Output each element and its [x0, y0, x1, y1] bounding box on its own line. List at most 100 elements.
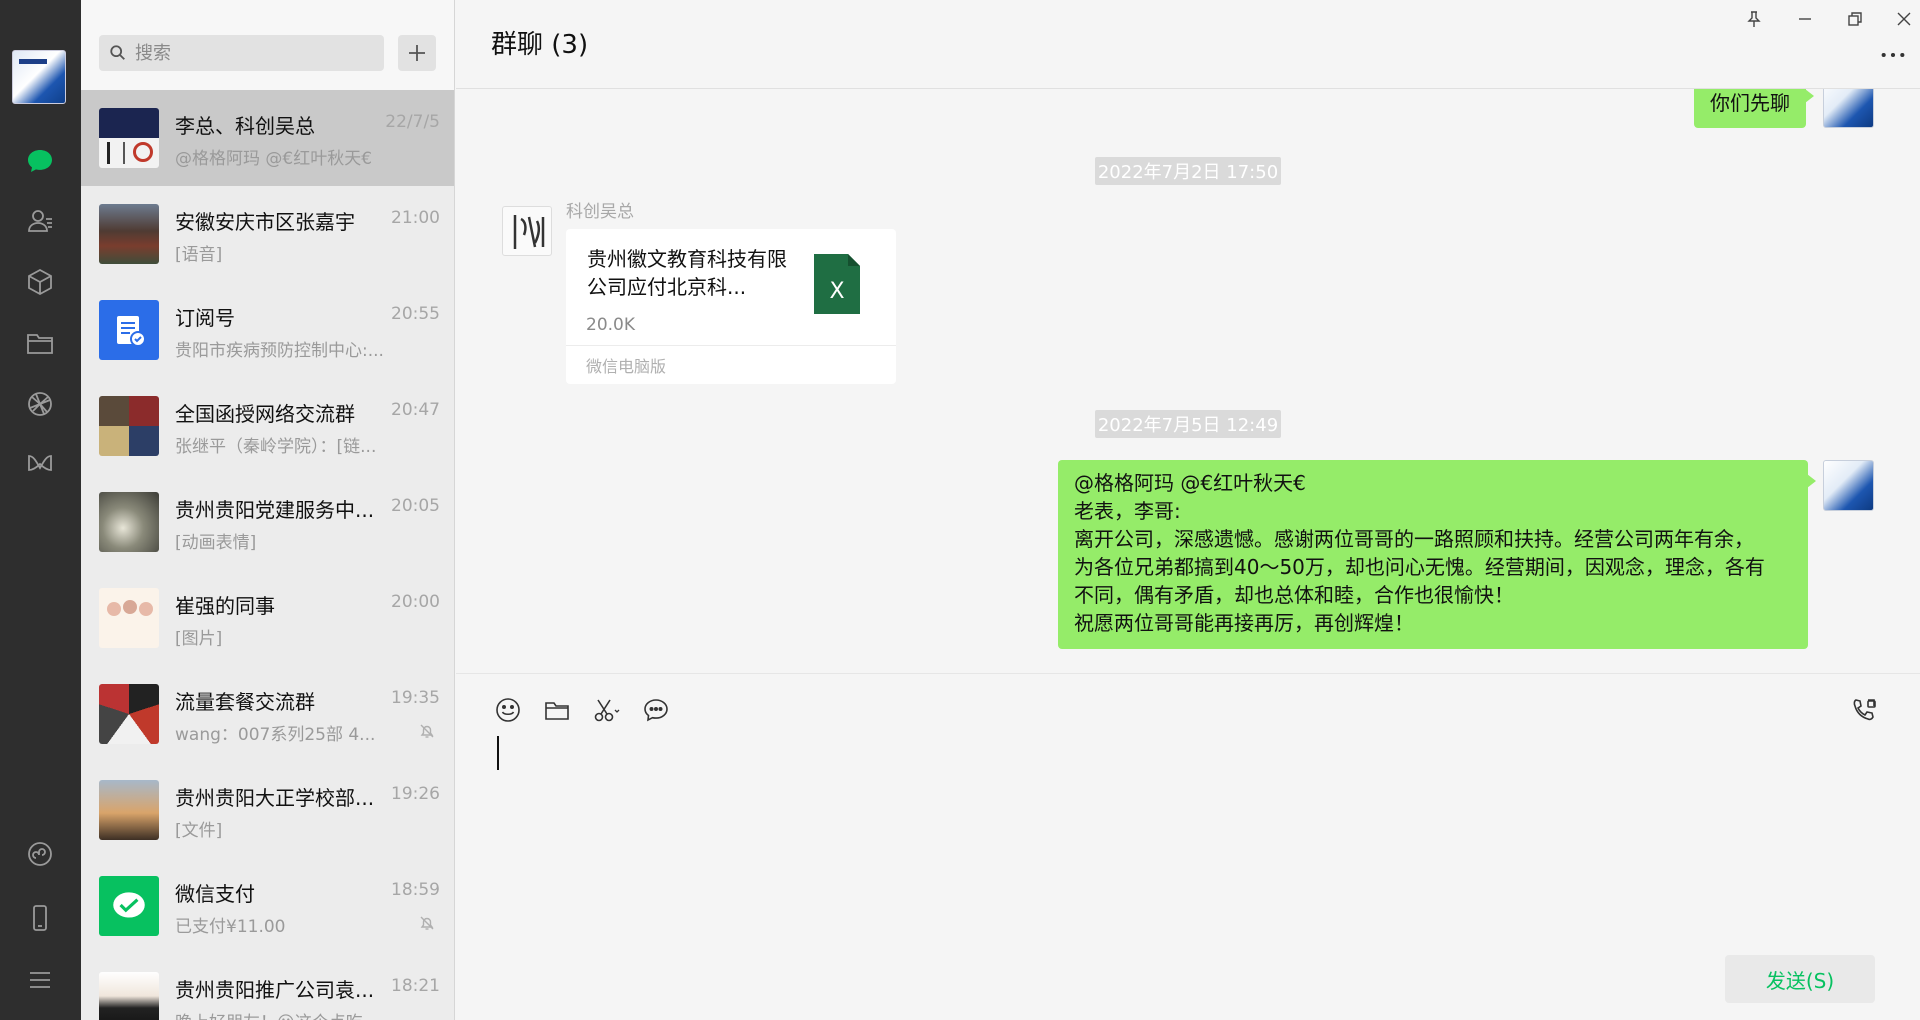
- menu-icon[interactable]: [22, 962, 58, 998]
- emoji-button[interactable]: [492, 694, 524, 726]
- scissors-icon: [594, 699, 620, 722]
- file-card-divider: [566, 345, 896, 346]
- conversation-preview: [动画表情]: [175, 533, 257, 553]
- file-size: 20.0K: [586, 315, 635, 335]
- excel-file-icon: X: [814, 254, 860, 314]
- conversation-name: 全国函授网络交流群: [175, 402, 355, 426]
- conversation-preview: 晚上好朋友！😮这个点吃...: [175, 1008, 390, 1020]
- group-avatar: [99, 396, 159, 456]
- send-button[interactable]: 发送(S): [1725, 955, 1875, 1003]
- search-input[interactable]: [135, 42, 365, 64]
- conversation-name: 流量套餐交流群: [175, 690, 315, 714]
- close-button[interactable]: [1889, 4, 1919, 34]
- file-message-card[interactable]: 贵州徽文教育科技有限公司应付北京科... 20.0K X 微信电脑版: [566, 229, 896, 384]
- conversation-time: 21:00: [391, 208, 440, 228]
- conversation-preview: [文件]: [175, 821, 223, 841]
- conversation-name: 李总、科创吴总: [175, 114, 315, 138]
- chat-panel: 群聊 (3) 你们先聊 2022年7月2日 17:50 科创吴总 贵州徽文教育科…: [456, 0, 1920, 1020]
- left-nav-bar: [0, 0, 81, 1020]
- sender-avatar[interactable]: [502, 206, 552, 256]
- message-line: 祝愿两位哥哥能再接再厉，再创辉煌！: [1074, 611, 1414, 635]
- text-cursor: [497, 736, 499, 770]
- my-profile-avatar[interactable]: [12, 50, 66, 104]
- pin-window-button[interactable]: [1739, 4, 1769, 34]
- plus-icon: [409, 45, 425, 61]
- timestamp: 2022年7月5日 12:49: [1095, 410, 1281, 438]
- restore-button[interactable]: [1840, 4, 1870, 34]
- conversation-time: 18:59: [391, 880, 440, 900]
- conversation-time: 20:47: [391, 400, 440, 420]
- chat-bubble-icon: [644, 699, 668, 722]
- conversation-item[interactable]: 订阅号 20:55 贵阳市疾病预防控制中心:...: [81, 282, 454, 378]
- svg-text:X: X: [829, 279, 844, 304]
- conversation-preview: [图片]: [175, 629, 223, 649]
- chat-title: 群聊 (3): [491, 30, 589, 60]
- file-source: 微信电脑版: [586, 357, 667, 376]
- conversation-time: 19:26: [391, 784, 440, 804]
- conversation-list-panel: 李总、科创吴总 22/7/5 @格格阿玛 @€红叶秋天€ 安徽安庆市区张嘉宇 2…: [81, 0, 455, 1020]
- conversation-avatar: [99, 780, 159, 840]
- pin-icon: [1747, 11, 1761, 27]
- wechat-pay-icon: [113, 892, 145, 918]
- message-line: 老表，李哥:: [1074, 499, 1181, 523]
- conversation-item[interactable]: 崔强的同事 20:00 [图片]: [81, 570, 454, 666]
- conversation-item[interactable]: 李总、科创吴总 22/7/5 @格格阿玛 @€红叶秋天€: [81, 90, 454, 186]
- chat-history-button[interactable]: [640, 694, 672, 726]
- phone-icon[interactable]: [22, 900, 58, 936]
- mute-bell-icon: [420, 916, 434, 930]
- conversation-name: 崔强的同事: [175, 594, 275, 618]
- my-avatar[interactable]: [1823, 460, 1874, 511]
- conversation-item[interactable]: 安徽安庆市区张嘉宇 21:00 [语音]: [81, 186, 454, 282]
- conversation-avatar: [99, 204, 159, 264]
- my-message-bubble[interactable]: 你们先聊: [1694, 89, 1814, 128]
- voice-call-button[interactable]: [1848, 694, 1880, 726]
- search-row: [81, 0, 454, 90]
- conversation-preview: 张继平（秦岭学院）：[链...: [175, 437, 377, 457]
- conversation-preview: @格格阿玛 @€红叶秋天€: [175, 149, 373, 169]
- conversation-item[interactable]: 微信支付 18:59 已支付¥11.00: [81, 858, 454, 954]
- emoji-icon: [496, 698, 520, 722]
- conversation-time: 20:05: [391, 496, 440, 516]
- favorites-icon[interactable]: [22, 264, 58, 300]
- my-avatar[interactable]: [1823, 89, 1874, 128]
- chat-icon[interactable]: [22, 143, 58, 179]
- add-chat-button[interactable]: [398, 35, 436, 71]
- conversation-item[interactable]: 全国函授网络交流群 20:47 张继平（秦岭学院）：[链...: [81, 378, 454, 474]
- conversation-time: 18:21: [391, 976, 440, 996]
- phone-call-icon: [1853, 699, 1876, 721]
- conversation-avatar: [99, 588, 159, 648]
- moments-icon[interactable]: [22, 386, 58, 422]
- conversation-item[interactable]: 贵州贵阳大正学校部... 19:26 [文件]: [81, 762, 454, 858]
- restore-icon: [1848, 12, 1862, 26]
- contacts-icon[interactable]: [22, 203, 58, 239]
- message-list: 你们先聊 2022年7月2日 17:50 科创吴总 贵州徽文教育科技有限公司应付…: [456, 89, 1920, 673]
- channels-icon[interactable]: [22, 447, 58, 483]
- message-line: @格格阿玛 @€红叶秋天€: [1074, 471, 1306, 495]
- compose-area: 发送(S): [456, 673, 1920, 1020]
- more-options-button[interactable]: [1876, 40, 1910, 70]
- conversation-avatar: [99, 972, 159, 1020]
- conversation-time: 22/7/5: [385, 112, 440, 132]
- my-message-bubble[interactable]: @格格阿玛 @€红叶秋天€ 老表，李哥: 离开公司，深感遗憾。感谢两位哥哥的一路…: [1058, 460, 1816, 649]
- files-icon[interactable]: [22, 325, 58, 361]
- conversation-name: 贵州贵阳党建服务中...: [175, 498, 375, 522]
- chat-header: 群聊 (3): [456, 0, 1920, 89]
- screenshot-button[interactable]: [590, 694, 622, 726]
- conversation-item[interactable]: 流量套餐交流群 19:35 wang：007系列25部 4...: [81, 666, 454, 762]
- conversation-name: 贵州贵阳大正学校部...: [175, 786, 375, 810]
- group-avatar: [99, 684, 159, 744]
- conversation-item[interactable]: 贵州贵阳党建服务中... 20:05 [动画表情]: [81, 474, 454, 570]
- conversation-name: 贵州贵阳推广公司袁...: [175, 978, 375, 1002]
- folder-icon: [545, 702, 569, 720]
- conversation-preview: 贵阳市疾病预防控制中心:...: [175, 341, 384, 361]
- close-icon: [1897, 12, 1911, 26]
- conversation-time: 20:00: [391, 592, 440, 612]
- send-file-button[interactable]: [541, 694, 573, 726]
- conversation-item[interactable]: 贵州贵阳推广公司袁... 18:21 晚上好朋友！😮这个点吃...: [81, 954, 454, 1020]
- minimize-icon: [1799, 18, 1811, 20]
- search-box[interactable]: [99, 35, 384, 71]
- conversation-avatar: [99, 108, 159, 168]
- minimize-button[interactable]: [1790, 4, 1820, 34]
- message-line: 不同，偶有矛盾，却也总体和睦，合作也很愉快！: [1074, 583, 1514, 607]
- miniprogram-icon[interactable]: [22, 836, 58, 872]
